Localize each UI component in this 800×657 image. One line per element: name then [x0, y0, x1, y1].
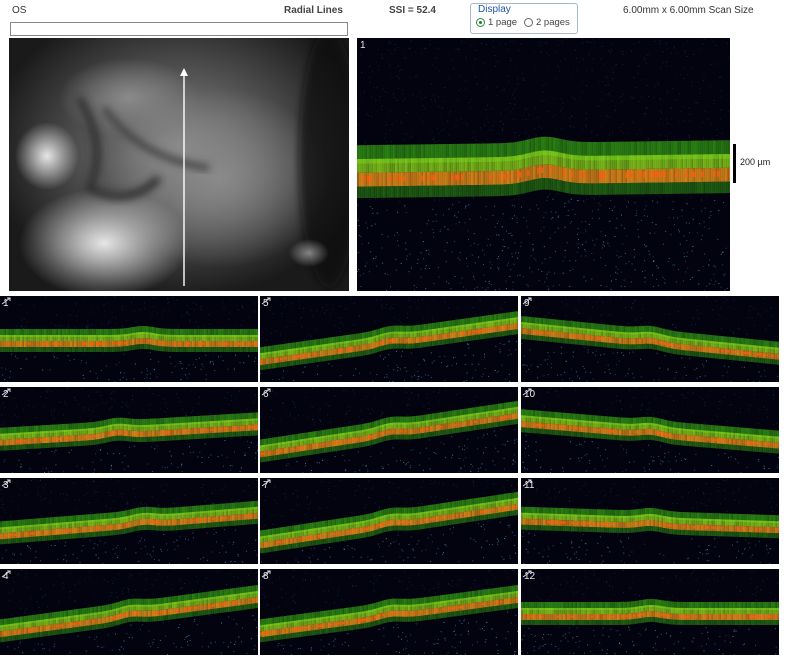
bscan-graphic — [0, 387, 258, 473]
scan-direction-icon — [1, 388, 11, 396]
scan-direction-icon — [1, 570, 11, 578]
bscan-graphic — [0, 478, 258, 564]
radio-1-page[interactable]: 1 page — [476, 17, 517, 28]
scan-direction-icon — [1, 479, 11, 487]
main-bscan-image[interactable]: 1 — [357, 38, 730, 291]
fundus-graphic — [9, 38, 349, 291]
bscan-graphic — [357, 38, 730, 291]
bscan-thumbnail[interactable]: 6 — [260, 387, 518, 473]
radio-2-pages-indicator[interactable] — [524, 18, 533, 27]
bscan-graphic — [521, 296, 779, 382]
bscan-graphic — [0, 569, 258, 655]
bscan-thumbnail[interactable]: 10 — [521, 387, 779, 473]
bscan-thumbnail[interactable]: 9 — [521, 296, 779, 382]
bscan-thumbnail[interactable]: 4 — [0, 569, 258, 655]
bscan-graphic — [521, 478, 779, 564]
display-options-group: Display 1 page 2 pages — [470, 3, 578, 34]
scale-bar — [733, 144, 736, 183]
bscan-thumbnail[interactable]: 2 — [0, 387, 258, 473]
scan-direction-icon — [522, 479, 532, 487]
bscan-graphic — [0, 296, 258, 382]
display-legend: Display — [476, 4, 513, 15]
scan-direction-icon — [261, 479, 271, 487]
bscan-graphic — [260, 569, 518, 655]
bscan-graphic — [260, 296, 518, 382]
bscan-thumbnail[interactable]: 1 — [0, 296, 258, 382]
eye-label: OS — [12, 5, 27, 16]
bscan-graphic — [521, 569, 779, 655]
main-bscan-label: 1 — [360, 40, 366, 51]
bscan-graphic — [260, 478, 518, 564]
scan-direction-icon — [261, 570, 271, 578]
scan-direction-icon — [522, 388, 532, 396]
bscan-graphic — [521, 387, 779, 473]
scan-direction-icon — [1, 297, 11, 305]
scan-size-label: 6.00mm x 6.00mm Scan Size — [623, 5, 754, 16]
bscan-thumbnail[interactable]: 8 — [260, 569, 518, 655]
ssi-label: SSI = 52.4 — [389, 5, 436, 16]
bscan-thumbnail[interactable]: 5 — [260, 296, 518, 382]
bscan-thumbnail[interactable]: 12 — [521, 569, 779, 655]
bscan-thumbnail[interactable]: 11 — [521, 478, 779, 564]
radio-2-pages-label[interactable]: 2 pages — [536, 17, 570, 28]
radio-1-page-label[interactable]: 1 page — [488, 17, 517, 28]
radio-2-pages[interactable]: 2 pages — [524, 17, 570, 28]
fundus-image[interactable] — [9, 38, 349, 291]
scan-direction-icon — [261, 297, 271, 305]
scan-direction-icon — [261, 388, 271, 396]
scan-direction-icon — [522, 570, 532, 578]
bscan-thumbnail[interactable]: 3 — [0, 478, 258, 564]
protocol-label: Radial Lines — [284, 5, 343, 16]
scale-label: 200 µm — [740, 157, 771, 167]
bscan-thumbnail[interactable]: 7 — [260, 478, 518, 564]
radio-1-page-indicator[interactable] — [476, 18, 485, 27]
scan-direction-icon — [522, 297, 532, 305]
bscan-graphic — [260, 387, 518, 473]
fundus-toolbar — [10, 22, 348, 36]
